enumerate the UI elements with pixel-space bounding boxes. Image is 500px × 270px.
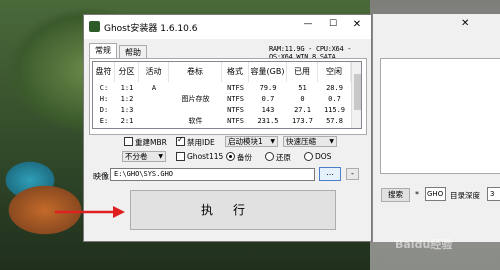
table-cell: 51	[298, 84, 307, 92]
table-cell	[169, 106, 222, 115]
table-cell: 57.8	[326, 117, 343, 125]
table-cell	[139, 95, 169, 104]
column-header[interactable]: 容量(GB)	[249, 62, 287, 82]
split-volume-select[interactable]: 不分卷 ▼	[122, 151, 166, 162]
table-cell: H:	[99, 95, 109, 103]
table-cell: 1:3	[120, 106, 134, 114]
compression-select[interactable]: 快速压缩 ▼	[283, 136, 337, 147]
column-header[interactable]: 分区	[115, 62, 139, 82]
chevron-down-icon: ▼	[158, 153, 163, 160]
column-header[interactable]: 空闲	[318, 62, 351, 82]
window-title: Ghost安装器 1.6.10.6	[104, 24, 198, 34]
scroll-thumb[interactable]	[354, 74, 361, 110]
arrow-right-icon	[55, 206, 125, 218]
search-window: ✕ 搜索 * GHO 目录深度 3	[372, 14, 500, 242]
image-path-input[interactable]: E:\GHO\SYS.GHO	[110, 168, 315, 181]
column-header[interactable]: 格式	[222, 62, 249, 82]
extension-input[interactable]: GHO	[425, 187, 446, 201]
table-cell: 115.9	[323, 106, 346, 114]
tab-help[interactable]: 帮助	[119, 45, 147, 59]
chevron-down-icon: ▼	[329, 138, 334, 145]
table-cell: 软件	[188, 117, 203, 125]
restore-label: 还原	[276, 153, 291, 162]
browse-button[interactable]: ...	[319, 167, 341, 181]
column-header[interactable]: 盘符	[93, 62, 115, 82]
backup-label: 备份	[237, 153, 252, 162]
depth-label: 目录深度	[450, 191, 480, 200]
ghost115-label: Ghost115	[187, 152, 224, 161]
table-cell	[139, 117, 169, 126]
table-cell: 79.9	[259, 84, 277, 92]
table-cell: 231.5	[257, 117, 279, 125]
restart-mbr-checkbox[interactable]	[124, 137, 133, 146]
table-cell: 1:2	[120, 95, 134, 103]
backup-radio[interactable]	[226, 152, 235, 161]
remove-button[interactable]: -	[346, 168, 359, 180]
ghost-installer-window: Ghost安装器 1.6.10.6 — ☐ ✕ 常规 帮助 RAM:11.9G …	[83, 14, 372, 242]
table-cell: 图片存放	[181, 95, 210, 103]
table-cell: C:	[99, 84, 109, 92]
table-cell: 0.7	[328, 95, 341, 103]
boot-module-value: 启动模块1	[228, 137, 263, 146]
disable-ide-checkbox[interactable]	[176, 135, 185, 146]
tab-panel: 盘符 分区 活动 卷标 格式 容量(GB) 已用 空闲 C: 1:1 A NTF…	[89, 58, 367, 135]
watermark-logo: Baidu经验	[395, 238, 453, 251]
execute-button[interactable]: 执行	[130, 190, 336, 230]
close-button[interactable]: ✕	[348, 19, 366, 35]
chevron-down-icon: ▼	[270, 138, 275, 145]
wildcard-label: *	[415, 190, 419, 199]
table-cell: 2:1	[120, 117, 134, 125]
table-cell: NTFS	[227, 84, 244, 92]
table-cell: 1:1	[120, 84, 134, 92]
tab-general[interactable]: 常规	[89, 43, 117, 59]
search-results-list[interactable]	[380, 58, 500, 174]
table-cell: 27.1	[294, 106, 311, 114]
column-header[interactable]: 活动	[139, 62, 169, 82]
disable-ide-label: 禁用IDE	[187, 138, 215, 147]
compression-value: 快速压缩	[286, 137, 316, 146]
ghost115-checkbox[interactable]	[176, 152, 185, 161]
table-cell: NTFS	[227, 117, 244, 125]
table-cell	[169, 84, 222, 93]
split-volume-value: 不分卷	[125, 152, 148, 161]
table-cell: 173.7	[291, 117, 314, 125]
table-cell: 0	[300, 95, 305, 103]
table-cell: D:	[99, 106, 109, 114]
search-button[interactable]: 搜索	[381, 188, 410, 202]
table-cell: 28.9	[326, 84, 343, 92]
column-header[interactable]: 已用	[287, 62, 318, 82]
table-cell: NTFS	[227, 106, 244, 114]
table-cell: 0.7	[261, 95, 275, 103]
title-bar[interactable]: Ghost安装器 1.6.10.6 — ☐ ✕	[84, 15, 371, 39]
table-cell: 143	[261, 106, 275, 114]
table-cell: A	[151, 84, 157, 92]
dos-label: DOS	[315, 152, 332, 161]
restart-mbr-label: 重建MBR	[135, 138, 167, 147]
app-icon	[89, 21, 100, 32]
close-icon[interactable]: ✕	[461, 18, 469, 29]
dos-radio[interactable]	[304, 152, 313, 161]
restore-radio[interactable]	[265, 152, 274, 161]
image-label: 映像	[93, 172, 109, 181]
boot-module-select[interactable]: 启动模块1 ▼	[225, 136, 278, 147]
maximize-button[interactable]: ☐	[324, 19, 342, 35]
table-cell: NTFS	[227, 95, 244, 103]
table-cell: E:	[99, 117, 109, 125]
column-header[interactable]: 卷标	[169, 62, 222, 82]
depth-input[interactable]: 3	[487, 187, 500, 201]
table-scrollbar[interactable]	[351, 62, 361, 128]
partition-table[interactable]: 盘符 分区 活动 卷标 格式 容量(GB) 已用 空闲 C: 1:1 A NTF…	[92, 61, 362, 129]
minimize-button[interactable]: —	[299, 19, 317, 35]
table-cell	[139, 106, 169, 115]
